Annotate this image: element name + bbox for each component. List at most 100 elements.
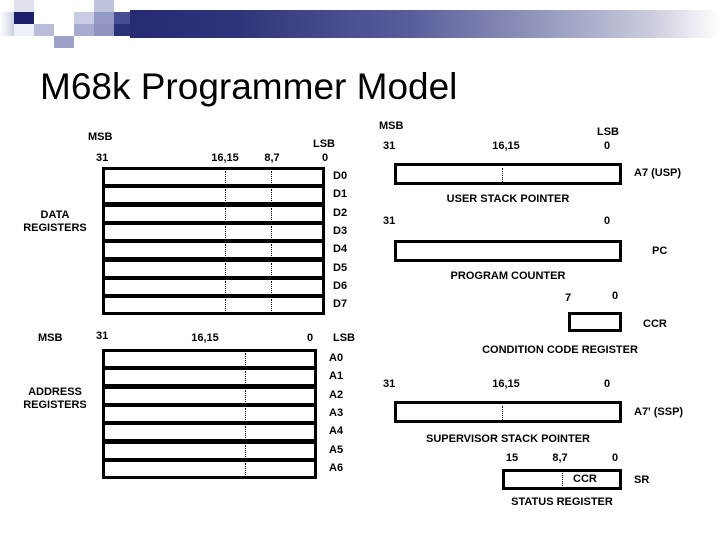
register-name-d7: D7 — [333, 298, 348, 311]
register-name-a4: A4 — [329, 425, 344, 438]
register-row — [102, 221, 325, 242]
decorative-header-graphic — [0, 0, 720, 48]
bit-divider — [225, 171, 226, 183]
pc-caption: PROGRAM COUNTER — [450, 270, 566, 282]
deco-square — [94, 12, 114, 24]
data-registers-section-label-line1: DATA — [40, 209, 70, 221]
address-registers-section-label-line2: REGISTERS — [23, 399, 87, 411]
data-registers-bit-31: 31 — [96, 152, 109, 164]
sr-bit-divider — [562, 473, 563, 486]
deco-square — [54, 36, 74, 48]
ccr-caption: CONDITION CODE REGISTER — [482, 344, 638, 356]
bit-divider — [271, 207, 272, 220]
register-row — [102, 367, 317, 388]
address-registers-bit-16-15: 16,15 — [191, 332, 219, 344]
register-name-d6: D6 — [333, 279, 348, 292]
sr-bit-8-7: 8,7 — [552, 452, 568, 464]
ssp-register-name: A7' (SSP) — [634, 406, 684, 418]
deco-square — [94, 24, 114, 36]
deco-square — [14, 0, 34, 12]
ssp-bit-divider — [502, 406, 503, 420]
deco-square — [114, 12, 130, 24]
register-name-a6: A6 — [329, 461, 344, 474]
data-registers-section-label: DATA REGISTERS — [10, 209, 100, 235]
ccr-register-name: CCR — [643, 318, 667, 330]
register-row — [102, 185, 325, 206]
bit-divider — [271, 262, 272, 275]
bit-divider — [225, 189, 226, 202]
usp-bit-0: 0 — [603, 140, 611, 152]
ssp-bit-0: 0 — [603, 378, 611, 390]
bit-divider — [271, 244, 272, 257]
sr-caption: STATUS REGISTER — [511, 496, 613, 508]
register-name-d3: D3 — [333, 224, 348, 237]
address-registers-section-label-line1: ADDRESS — [28, 386, 82, 398]
data-registers-bit-8-7: 8,7 — [264, 152, 280, 164]
ccr-bit-7: 7 — [564, 292, 572, 304]
sr-bit-0: 0 — [611, 452, 619, 464]
register-row — [102, 258, 325, 279]
address-registers-section-label: ADDRESS REGISTERS — [8, 386, 102, 412]
address-registers-lsb-label: LSB — [333, 332, 355, 344]
deco-square — [74, 24, 94, 36]
register-name-a2: A2 — [329, 388, 344, 401]
register-name-d0: D0 — [333, 170, 348, 182]
deco-square — [14, 12, 34, 24]
page-title: M68k Programmer Model — [40, 66, 458, 107]
usp-msb-label: MSB — [379, 120, 404, 132]
register-row — [102, 203, 325, 224]
ccr-register-box — [568, 312, 622, 332]
register-name-a3: A3 — [329, 406, 344, 419]
deco-square — [14, 24, 34, 36]
register-row — [102, 440, 317, 461]
usp-lsb-label: LSB — [597, 126, 619, 138]
bit-divider — [271, 299, 272, 312]
pc-bit-31: 31 — [383, 215, 396, 227]
register-row — [102, 295, 325, 316]
register-row — [102, 458, 317, 479]
bit-divider — [271, 280, 272, 293]
bit-divider — [271, 171, 272, 183]
usp-bit-31: 31 — [383, 140, 396, 152]
deco-square — [94, 0, 114, 12]
data-registers-lsb-label: LSB — [313, 138, 335, 150]
bit-divider — [245, 371, 246, 384]
data-registers-msb-label: MSB — [88, 131, 113, 143]
register-name-d2: D2 — [333, 206, 348, 219]
ssp-register-box — [394, 401, 622, 423]
register-name-d5: D5 — [333, 261, 348, 274]
deco-square — [34, 24, 54, 36]
gradient-bar — [130, 10, 720, 38]
bit-divider — [225, 280, 226, 293]
register-row — [102, 403, 317, 424]
bit-divider — [245, 426, 246, 439]
slide-canvas: M68k Programmer Model MSB LSB 31 16,15 8… — [0, 0, 720, 540]
bit-divider — [225, 244, 226, 257]
usp-register-box — [394, 163, 622, 185]
sr-inner-ccr-field: CCR — [573, 473, 597, 485]
usp-bit-divider — [502, 168, 503, 182]
ssp-bit-31: 31 — [383, 378, 396, 390]
bit-divider — [245, 444, 246, 457]
register-row — [102, 276, 325, 297]
address-registers-msb-label: MSB — [38, 332, 63, 344]
data-registers-bit-0: 0 — [321, 152, 329, 164]
register-row — [102, 240, 325, 261]
ssp-caption: SUPERVISOR STACK POINTER — [425, 433, 590, 445]
pc-bit-0: 0 — [603, 215, 611, 227]
pc-register-box — [394, 240, 622, 262]
bit-divider — [225, 299, 226, 312]
deco-square — [114, 24, 130, 36]
usp-caption: USER STACK POINTER — [446, 193, 570, 205]
address-registers-bit-31: 31 — [96, 330, 109, 342]
bit-divider — [225, 262, 226, 275]
register-name-a1: A1 — [329, 370, 344, 383]
register-row — [102, 167, 325, 187]
register-name-a5: A5 — [329, 443, 344, 456]
register-row — [102, 422, 317, 443]
pc-register-name: PC — [652, 245, 668, 257]
bit-divider — [225, 207, 226, 220]
usp-register-name: A7 (USP) — [634, 167, 682, 179]
address-registers-bit-0: 0 — [306, 332, 314, 344]
bit-divider — [245, 462, 246, 475]
